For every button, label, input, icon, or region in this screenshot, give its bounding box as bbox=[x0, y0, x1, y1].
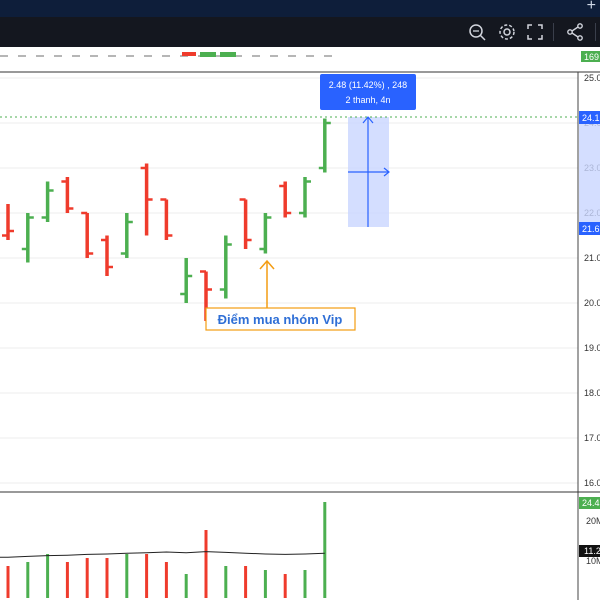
ohlc-bars bbox=[2, 118, 331, 321]
strip-mark bbox=[200, 52, 216, 57]
strip-value-label: 169 bbox=[584, 52, 599, 62]
volume-tick-label: 10M bbox=[586, 556, 600, 566]
price-axis-range-highlight bbox=[579, 124, 600, 227]
add-tab-icon[interactable]: + bbox=[587, 0, 596, 15]
strip-mark bbox=[220, 52, 236, 57]
price-tag-upper-label: 24.1 bbox=[582, 113, 600, 123]
top-strip: 169 bbox=[0, 51, 600, 62]
price-tick-label: 20.0 bbox=[584, 298, 600, 308]
volume-tick-label: 20M bbox=[586, 516, 600, 526]
volume-bars bbox=[6, 502, 327, 598]
strip-mark bbox=[182, 52, 196, 56]
price-chart[interactable]: 169 25.024.023.022.021.020.019.018.017.0… bbox=[0, 47, 600, 600]
price-tick-label: 16.0 bbox=[584, 478, 600, 488]
volume-axis: 24.4 20M 11.2 10M bbox=[579, 497, 600, 566]
price-tick-label: 17.0 bbox=[584, 433, 600, 443]
price-tick-label: 19.0 bbox=[584, 343, 600, 353]
volume-ma-label: 11.2 bbox=[584, 546, 600, 556]
chart-toolbar bbox=[0, 17, 600, 47]
volume-value-label: 24.4 bbox=[582, 498, 600, 508]
toolbar-separator bbox=[553, 23, 554, 41]
price-tick-label: 18.0 bbox=[584, 388, 600, 398]
price-tick-label: 21.0 bbox=[584, 253, 600, 263]
zoom-search-icon[interactable] bbox=[467, 22, 487, 42]
settings-icon[interactable] bbox=[497, 22, 517, 42]
measure-tooltip-line1: 2.48 (11.42%) , 248 bbox=[329, 80, 407, 90]
price-grid: 25.024.023.022.021.020.019.018.017.016.0 bbox=[0, 73, 600, 488]
price-tick-label: 25.0 bbox=[584, 73, 600, 83]
fullscreen-icon[interactable] bbox=[525, 22, 545, 42]
share-icon[interactable] bbox=[565, 22, 585, 42]
annotation-text: Điểm mua nhóm Vip bbox=[218, 312, 343, 327]
toolbar-separator bbox=[595, 23, 596, 41]
buy-point-annotation[interactable]: Điểm mua nhóm Vip bbox=[205, 259, 356, 331]
measure-tool[interactable]: 2.48 (11.42%) , 248 2 thanh, 4n bbox=[320, 74, 416, 227]
price-tag-lower-label: 21.6 bbox=[582, 224, 600, 234]
measure-tooltip-line2: 2 thanh, 4n bbox=[345, 95, 390, 105]
window-titlebar: + bbox=[0, 0, 600, 18]
price-axis-tags: 24.1 21.6 bbox=[579, 111, 600, 235]
chart-area[interactable]: 169 25.024.023.022.021.020.019.018.017.0… bbox=[0, 47, 600, 600]
